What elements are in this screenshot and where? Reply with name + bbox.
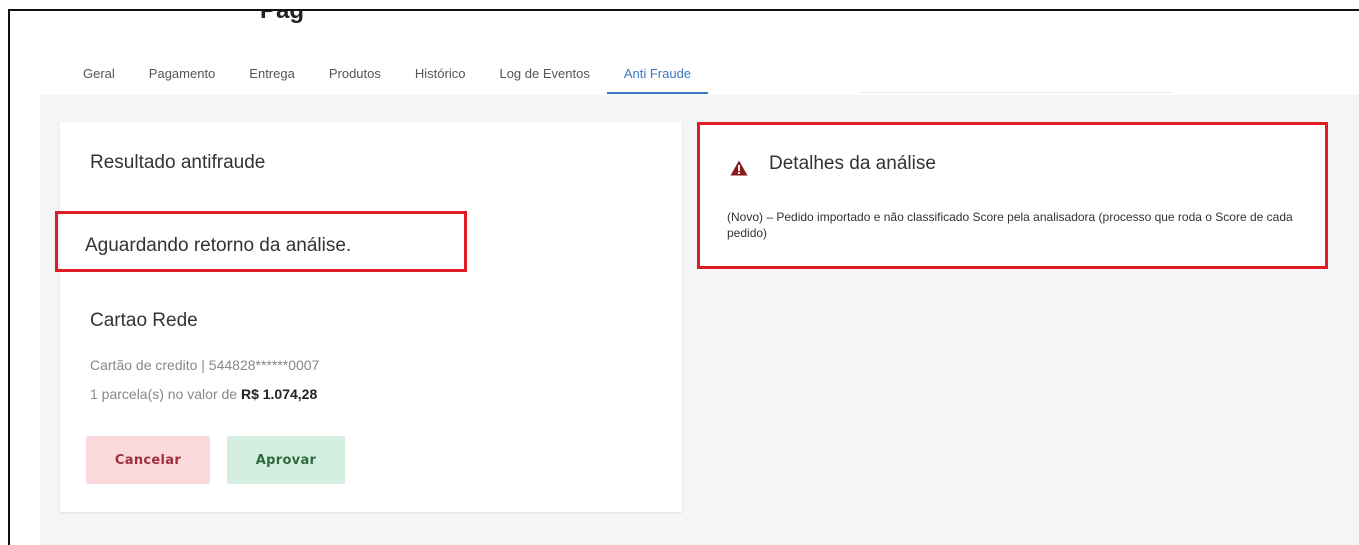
page-title-cut: Pag (260, 9, 305, 24)
payment-method-name: Cartao Rede (90, 310, 198, 331)
analysis-details-card: Detalhes da análise (Novo) – Pedido impo… (697, 122, 1328, 269)
tab-historico[interactable]: Histórico (398, 63, 483, 94)
tab-log-de-eventos[interactable]: Log de Eventos (482, 63, 606, 94)
window-frame: Pag Geral Pagamento Entrega Produtos His… (8, 9, 1359, 545)
cancel-button[interactable]: Cancelar (86, 436, 210, 484)
result-card-title: Resultado antifraude (90, 152, 266, 173)
installments-info: 1 parcela(s) no valor de R$ 1.074,28 (90, 386, 317, 402)
tab-bar-divider (860, 92, 1172, 93)
tab-produtos[interactable]: Produtos (312, 63, 398, 94)
tab-content: Resultado antifraude Aguardando retorno … (40, 95, 1359, 545)
antifraud-result-card: Resultado antifraude Aguardando retorno … (55, 122, 682, 512)
tab-bar: Geral Pagamento Entrega Produtos Históri… (66, 63, 709, 94)
card-details: Cartão de credito | 544828******0007 (90, 357, 320, 373)
tab-geral[interactable]: Geral (66, 63, 132, 94)
approve-button[interactable]: Aprovar (227, 436, 345, 484)
tab-anti-fraude[interactable]: Anti Fraude (606, 63, 709, 94)
warning-icon (730, 160, 748, 176)
details-description: (Novo) – Pedido importado e não classifi… (727, 210, 1293, 240)
tab-entrega[interactable]: Entrega (232, 63, 312, 94)
analysis-status-highlight: Aguardando retorno da análise. (55, 211, 467, 272)
analysis-status-text: Aguardando retorno da análise. (85, 235, 352, 256)
installments-prefix: 1 parcela(s) no valor de (90, 386, 241, 402)
details-title: Detalhes da análise (769, 153, 936, 174)
installments-value: R$ 1.074,28 (240, 386, 318, 402)
tab-pagamento[interactable]: Pagamento (132, 63, 233, 94)
